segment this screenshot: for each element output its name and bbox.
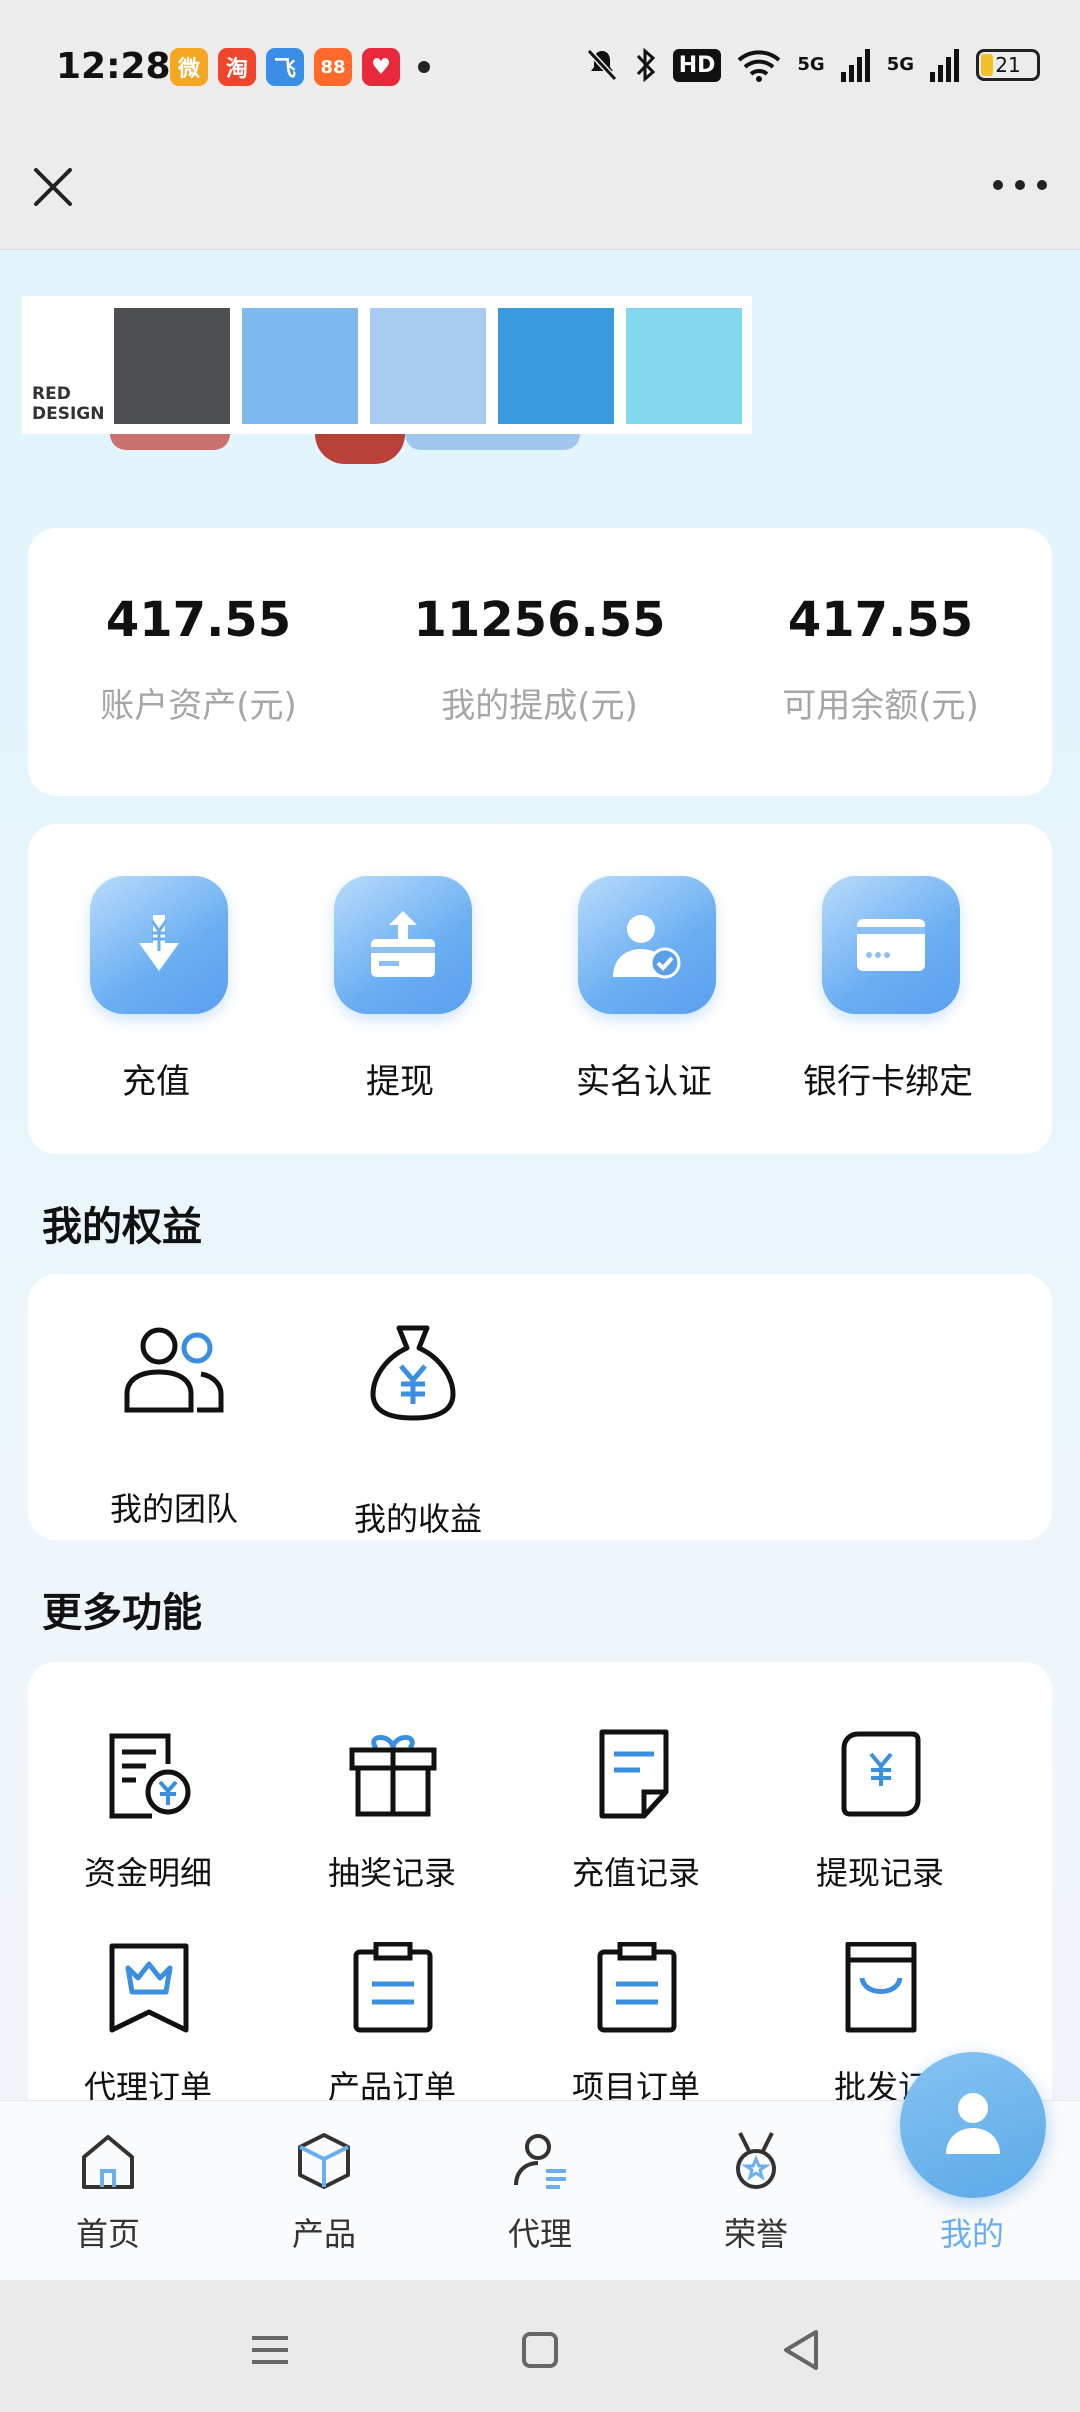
more-functions-card: 资金明细 抽奖记录 充值记录 提现记录 代理订单 产品订单 项目订单 批发订: [28, 1662, 1052, 2142]
box-icon: [298, 2133, 350, 2189]
stat-label: 我的提成(元): [441, 686, 638, 726]
account-stats-card: 417.55 账户资产(元) 11256.55 我的提成(元) 417.55 可…: [28, 528, 1052, 796]
more-horizontal-icon[interactable]: [990, 170, 1050, 200]
weibo-icon: 微: [170, 48, 208, 86]
wifi-icon: [738, 50, 781, 82]
medal-icon: [736, 2132, 776, 2189]
back-icon[interactable]: [772, 2320, 832, 2380]
profile-floating-button[interactable]: [900, 2052, 1046, 2198]
hd-badge: HD: [672, 48, 722, 82]
lottery-record-button[interactable]: 抽奖记录: [272, 1728, 512, 1928]
withdraw-button[interactable]: 提现: [272, 824, 528, 1144]
function-label: 充值记录: [571, 1854, 700, 1892]
network-type-2: 5G: [886, 54, 914, 75]
my-earnings-button[interactable]: 我的收益: [308, 1314, 528, 1538]
tab-agent[interactable]: 代理: [432, 2101, 648, 2281]
more-notifications-dot: [418, 61, 430, 73]
my-team-button[interactable]: 我的团队: [64, 1314, 284, 1528]
system-icons: HD 5G 5G 21: [585, 46, 1040, 84]
more-functions-section-title: 更多功能: [42, 1590, 202, 1636]
bluetooth-icon: [636, 47, 655, 83]
palette-swatch: [114, 308, 230, 424]
tab-label: 我的: [939, 2215, 1004, 2253]
recharge-record-button[interactable]: 充值记录: [516, 1728, 756, 1928]
stat-label: 账户资产(元): [100, 686, 297, 726]
taobao-icon: 淘: [218, 48, 256, 86]
status-bar: 12:28 微 淘 飞 88 ♥ HD 5G 5G 21: [0, 0, 1080, 140]
verified-user-icon: [570, 876, 724, 1014]
agent-user-icon: [514, 2134, 566, 2189]
signal-icon: [930, 49, 959, 82]
benefits-card: 我的团队 我的收益: [28, 1274, 1052, 1540]
withdraw-card-icon: [326, 876, 480, 1014]
clipboard-icon: [597, 1942, 677, 2033]
real-name-verification-button[interactable]: 实名认证: [516, 824, 772, 1144]
withdraw-record-icon: [841, 1731, 921, 1817]
deposit-yen-icon: [82, 876, 236, 1014]
fund-detail-icon: [109, 1733, 191, 1819]
stat-value: 11256.55: [413, 592, 666, 648]
team-icon: [124, 1327, 224, 1413]
benefits-section-title: 我的权益: [42, 1204, 202, 1250]
banner-image-peek: [405, 434, 580, 450]
tab-products[interactable]: 产品: [216, 2101, 432, 2281]
fund-detail-button[interactable]: 资金明细: [28, 1728, 268, 1928]
palette-swatch: [370, 308, 486, 424]
function-label: 资金明细: [83, 1854, 212, 1892]
money-bag-icon: [370, 1325, 456, 1421]
system-navigation-bar: [0, 2280, 1080, 2412]
status-time: 12:28: [56, 46, 171, 87]
banner-image-peek: [315, 434, 405, 464]
app-icon: ♥: [362, 48, 400, 86]
bank-card-binding-button[interactable]: 银行卡绑定: [760, 824, 1016, 1144]
app-icon: 88: [314, 48, 352, 86]
recharge-record-icon: [599, 1729, 669, 1819]
tab-label: 代理: [507, 2215, 572, 2253]
network-type-1: 5G: [797, 54, 825, 75]
tab-label: 首页: [75, 2215, 140, 2253]
stat-value: 417.55: [105, 592, 292, 648]
function-label: 抽奖记录: [327, 1854, 456, 1892]
signal-icon: [840, 49, 870, 82]
function-label: 提现记录: [815, 1854, 944, 1892]
clipboard-icon: [353, 1942, 433, 2033]
title-bar: [0, 140, 1080, 250]
banner-image-peek: [110, 434, 230, 450]
deposit-button[interactable]: 充值: [28, 824, 284, 1144]
action-label: 提现: [366, 1062, 434, 1102]
stat-label: 可用余额(元): [782, 686, 979, 726]
action-label: 实名认证: [576, 1062, 712, 1102]
profile-icon: [946, 2093, 1000, 2154]
action-label: 银行卡绑定: [803, 1062, 973, 1102]
palette-swatch: [626, 308, 742, 424]
benefit-label: 我的收益: [353, 1500, 482, 1538]
home-icon: [82, 2135, 134, 2189]
tab-home[interactable]: 首页: [0, 2101, 216, 2281]
shopping-bag-icon: [845, 1942, 917, 2033]
quick-actions-card: 充值 提现 实名认证 银行卡绑定: [28, 824, 1052, 1154]
battery-indicator: 21: [976, 49, 1040, 81]
tab-label: 产品: [291, 2215, 356, 2253]
notification-icons: 微 淘 飞 88 ♥: [170, 48, 430, 86]
bank-card-icon: [814, 876, 968, 1014]
action-label: 充值: [122, 1062, 190, 1102]
benefit-label: 我的团队: [109, 1490, 238, 1528]
tab-honor[interactable]: 荣誉: [648, 2101, 864, 2281]
color-palette-banner: RED DESIGN: [22, 296, 752, 434]
app-icon: 飞: [266, 48, 304, 86]
crown-bookmark-icon: [109, 1943, 189, 2033]
palette-label: RED DESIGN: [32, 384, 105, 424]
tab-label: 荣誉: [723, 2215, 788, 2253]
gift-icon: [349, 1735, 437, 1817]
stat-value: 417.55: [787, 592, 974, 648]
home-square-icon[interactable]: [510, 2320, 570, 2380]
palette-swatch: [242, 308, 358, 424]
close-icon[interactable]: [28, 162, 78, 212]
palette-swatch: [498, 308, 614, 424]
withdraw-record-button[interactable]: 提现记录: [760, 1728, 1000, 1928]
menu-icon[interactable]: [240, 2320, 300, 2380]
mute-icon: [586, 48, 617, 82]
